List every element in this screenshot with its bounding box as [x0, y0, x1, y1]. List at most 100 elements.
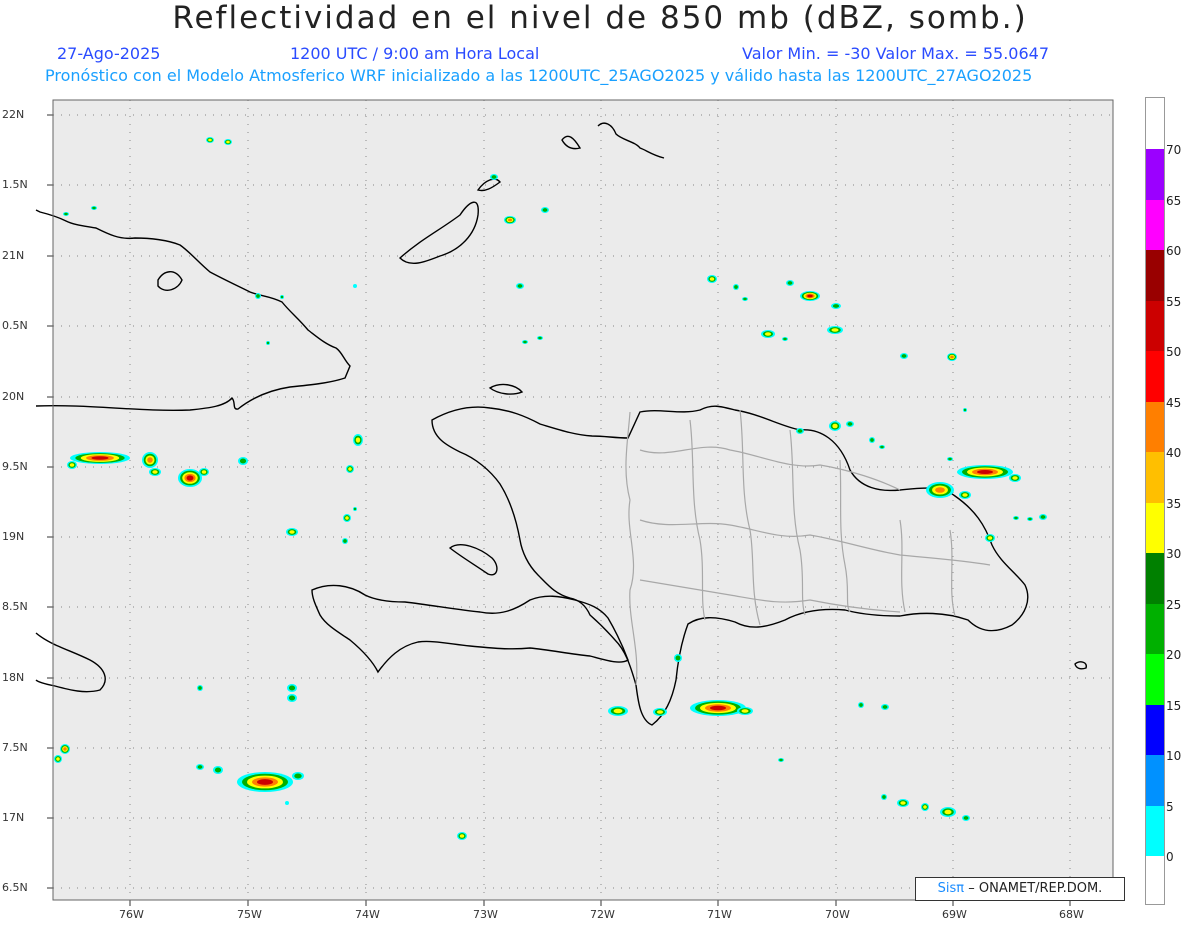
echo-layer — [783, 337, 787, 341]
colorbar — [1145, 97, 1165, 905]
map-background — [53, 100, 1113, 900]
colorbar-label: 65 — [1166, 193, 1182, 208]
echo-layer — [859, 703, 863, 707]
echo-layer — [348, 467, 352, 471]
echo-layer — [797, 429, 803, 433]
lat-label: 8.5N — [2, 600, 28, 613]
echo-layer — [186, 475, 194, 481]
echo-layer — [289, 530, 295, 534]
echo-layer — [355, 437, 361, 443]
colorbar-segment — [1146, 199, 1164, 250]
colorbar-segment — [1146, 502, 1164, 553]
lon-label: 72W — [590, 908, 615, 921]
echo-layer — [977, 470, 993, 474]
lon-label: 75W — [237, 908, 262, 921]
echo-layer — [266, 341, 270, 345]
echo-layer — [963, 408, 967, 412]
colorbar-segment — [1146, 149, 1164, 200]
echo-layer — [675, 655, 681, 661]
echo-layer — [1014, 516, 1018, 520]
echo-layer — [257, 779, 273, 785]
colorbar-label: 55 — [1166, 294, 1182, 309]
lat-label: 7.5N — [2, 741, 28, 754]
echo-layer — [345, 516, 349, 520]
colorbar-label: 20 — [1166, 648, 1182, 662]
echo-layer — [523, 340, 527, 344]
echo-layer — [56, 757, 60, 761]
colorbar-label: 5 — [1166, 799, 1174, 814]
echo-layer — [656, 710, 664, 714]
echo-layer — [764, 332, 772, 336]
echo-layer — [294, 773, 302, 779]
lat-label: 6.5N — [2, 881, 28, 894]
echo-layer — [613, 708, 623, 714]
echo-layer — [91, 456, 109, 460]
echo-layer — [923, 805, 927, 809]
lon-label: 71W — [707, 908, 732, 921]
lat-label: 20N — [2, 390, 25, 403]
credit-label: – ONAMET/REP.DOM. — [968, 881, 1103, 896]
lat-label: 1.5N — [2, 178, 28, 191]
echo-layer — [491, 175, 497, 179]
echo-layer — [280, 295, 284, 299]
echo-layer — [288, 685, 296, 691]
echo-layer — [208, 138, 212, 142]
lat-label: 22N — [2, 108, 25, 121]
colorbar-segment — [1146, 553, 1164, 604]
echo-layer — [832, 423, 838, 429]
echo-layer — [353, 507, 357, 511]
lon-label: 68W — [1059, 908, 1084, 921]
lat-label: 21N — [2, 249, 25, 262]
echo-layer — [1012, 476, 1018, 480]
colorbar-segment — [1146, 250, 1164, 301]
echo-layer — [69, 463, 75, 467]
echo-layer — [963, 816, 969, 820]
echo-layer — [1028, 517, 1032, 521]
echo-layer — [807, 294, 813, 298]
colorbar-segment — [1146, 704, 1164, 755]
lon-label: 70W — [825, 908, 850, 921]
echo-layer — [507, 218, 513, 222]
echo-layer — [743, 297, 747, 301]
sispi-logo: Sisπ — [937, 881, 965, 896]
colorbar-label: 25 — [1166, 597, 1182, 612]
lon-label: 76W — [119, 908, 144, 921]
echo-layer — [870, 438, 874, 442]
echo-layer — [226, 140, 230, 144]
colorbar-segment — [1146, 755, 1164, 806]
colorbar-label: 60 — [1166, 244, 1182, 258]
echo-layer — [882, 705, 888, 709]
echo-layer — [832, 304, 840, 308]
echo-layer — [214, 767, 222, 773]
lon-label: 73W — [473, 908, 498, 921]
echo-layer — [948, 457, 952, 461]
lon-label: 74W — [355, 908, 380, 921]
echo-layer — [63, 747, 67, 751]
colorbar-segment — [1146, 805, 1164, 856]
lat-label: 17N — [2, 811, 25, 824]
colorbar-label: 70 — [1166, 143, 1182, 157]
colorbar-segment — [1146, 654, 1164, 705]
echo-layer — [538, 336, 542, 340]
colorbar-label: 0 — [1166, 850, 1174, 864]
map-canvas — [35, 99, 1114, 906]
echo-layer — [710, 705, 726, 711]
echo-layer — [831, 328, 839, 332]
echo-layer — [201, 470, 207, 474]
echo-layer — [987, 536, 993, 540]
echo-layer — [288, 695, 296, 701]
echo-layer — [880, 445, 884, 449]
echo-layer — [787, 281, 793, 285]
echo-layer — [239, 458, 247, 464]
echo-layer — [962, 493, 968, 497]
colorbar-label: 10 — [1166, 749, 1182, 763]
lon-label: 69W — [942, 908, 967, 921]
echo-layer — [847, 422, 853, 426]
echo-layer — [882, 795, 886, 799]
echo-layer — [950, 355, 954, 359]
echo-layer — [779, 758, 783, 762]
colorbar-label: 30 — [1166, 547, 1182, 561]
lat-label: 0.5N — [2, 319, 28, 332]
colorbar-label: 45 — [1166, 395, 1182, 410]
colorbar-segment — [1146, 401, 1164, 452]
